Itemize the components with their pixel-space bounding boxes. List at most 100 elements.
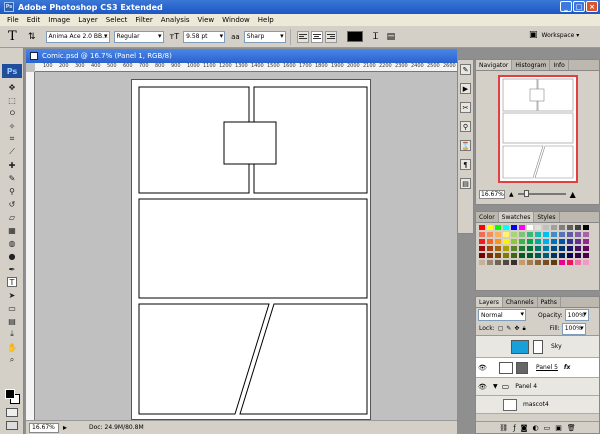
font-family-select[interactable]: Anima Ace 2.0 BB...	[45, 30, 110, 43]
lock-all-icon[interactable]: 🔒︎	[522, 325, 525, 333]
color-swatch[interactable]	[502, 259, 510, 266]
color-swatch[interactable]	[478, 252, 486, 259]
status-menu-icon[interactable]: ▸	[63, 423, 67, 432]
brush-tool-icon[interactable]: ✎	[7, 173, 17, 183]
link-layers-icon[interactable]: ⛓︎	[499, 424, 508, 432]
horizontal-ruler[interactable]: 100 200 300 400 500 600 700 800 900 1000 1100 1200 1…	[35, 63, 457, 72]
menu-window[interactable]: Window	[218, 16, 254, 24]
blend-mode-select[interactable]: Normal	[478, 309, 526, 321]
canvas-area[interactable]	[35, 72, 457, 420]
color-swatch[interactable]	[558, 245, 566, 252]
eyedropper-tool-icon[interactable]: ⤓	[7, 329, 17, 339]
foreground-color-swatch[interactable]	[5, 389, 15, 399]
color-swatch[interactable]	[566, 231, 574, 238]
type-tool-icon[interactable]: T	[8, 29, 26, 44]
close-button[interactable]: ×	[586, 1, 598, 12]
color-swatch[interactable]	[582, 231, 590, 238]
color-swatch[interactable]	[558, 259, 566, 266]
color-swatch[interactable]	[510, 252, 518, 259]
color-swatch[interactable]	[574, 252, 582, 259]
workspace-menu[interactable]: ▣ Workspace ▾	[529, 30, 579, 40]
color-swatch[interactable]	[486, 252, 494, 259]
warp-text-icon[interactable]: Ꮖ	[373, 32, 379, 42]
text-color-swatch[interactable]	[346, 31, 363, 42]
menu-view[interactable]: View	[194, 16, 219, 24]
color-swatch[interactable]	[502, 238, 510, 245]
lock-transparent-icon[interactable]: ▢	[498, 325, 504, 332]
visibility-eye-icon[interactable]	[478, 342, 487, 351]
minimize-button[interactable]: _	[560, 1, 572, 12]
color-swatch[interactable]	[478, 224, 486, 231]
color-swatch[interactable]	[550, 245, 558, 252]
tab-histogram[interactable]: Histogram	[512, 60, 551, 70]
clone-stamp-tool-icon[interactable]: ⚲	[7, 186, 17, 196]
magic-wand-tool-icon[interactable]: ✧	[7, 121, 17, 131]
eraser-tool-icon[interactable]: ▱	[7, 212, 17, 222]
visibility-eye-icon[interactable]	[478, 400, 487, 409]
color-swatch[interactable]	[534, 231, 542, 238]
color-swatch[interactable]	[494, 259, 502, 266]
healing-brush-tool-icon[interactable]: ✚	[7, 160, 17, 170]
lasso-tool-icon[interactable]: ഠ	[7, 108, 17, 118]
color-swatch[interactable]	[486, 259, 494, 266]
character-panel-icon[interactable]: ▤	[387, 32, 396, 42]
color-swatch[interactable]	[526, 259, 534, 266]
color-swatch[interactable]	[582, 224, 590, 231]
brushes-panel-icon[interactable]: ✎	[460, 64, 471, 75]
menu-analysis[interactable]: Analysis	[157, 16, 194, 24]
opacity-field[interactable]: 100%	[564, 309, 589, 321]
color-swatch[interactable]	[558, 252, 566, 259]
color-swatch[interactable]	[542, 238, 550, 245]
move-tool-icon[interactable]: ✥	[7, 82, 17, 92]
color-swatch[interactable]	[534, 238, 542, 245]
menu-help[interactable]: Help	[254, 16, 278, 24]
layer-row-mascot4[interactable]: mascot4	[476, 396, 599, 414]
group-expand-icon[interactable]: ▼	[493, 383, 498, 390]
color-swatch[interactable]	[566, 252, 574, 259]
tab-channels[interactable]: Channels	[503, 297, 538, 307]
menu-layer[interactable]: Layer	[74, 16, 102, 24]
font-style-select[interactable]: Regular	[113, 30, 164, 43]
align-left-button[interactable]	[296, 30, 309, 43]
color-swatch[interactable]	[478, 238, 486, 245]
color-swatch[interactable]	[566, 259, 574, 266]
color-swatch[interactable]	[542, 252, 550, 259]
color-swatch[interactable]	[494, 238, 502, 245]
color-swatch[interactable]	[534, 252, 542, 259]
new-layer-icon[interactable]: ▣	[555, 424, 562, 432]
lock-position-icon[interactable]: ✥	[514, 325, 519, 332]
tab-swatches[interactable]: Swatches	[498, 212, 535, 222]
gradient-tool-icon[interactable]: ▦	[7, 225, 17, 235]
clone-source-icon[interactable]: ⚲	[460, 121, 471, 132]
color-swatch[interactable]	[486, 245, 494, 252]
menu-file[interactable]: File	[3, 16, 23, 24]
lock-paint-icon[interactable]: ✎	[506, 325, 511, 332]
color-swatch[interactable]	[526, 252, 534, 259]
color-swatch[interactable]	[582, 259, 590, 266]
history-brush-tool-icon[interactable]: ↺	[7, 199, 17, 209]
adjustment-layer-icon[interactable]: ◐	[532, 424, 538, 432]
layer-effects-icon[interactable]: fx	[564, 364, 570, 371]
delete-layer-icon[interactable]: 🗑︎	[567, 424, 576, 432]
fill-field[interactable]: 100%	[561, 322, 586, 335]
visibility-eye-icon[interactable]: 👁︎	[478, 363, 487, 372]
layer-row-panel-4[interactable]: 👁︎ ▼ ▭ Panel 4	[476, 378, 599, 396]
color-swatch[interactable]	[494, 252, 502, 259]
path-selection-tool-icon[interactable]: ➤	[7, 290, 17, 300]
tab-styles[interactable]: Styles	[534, 212, 560, 222]
color-swatch[interactable]	[494, 231, 502, 238]
tab-navigator[interactable]: Navigator	[476, 60, 513, 70]
color-swatch[interactable]	[502, 252, 510, 259]
color-swatch[interactable]	[550, 252, 558, 259]
paragraph-panel-icon[interactable]: ¶	[460, 159, 471, 170]
add-style-icon[interactable]: ƒ	[513, 424, 515, 432]
color-swatch[interactable]	[478, 245, 486, 252]
orientation-toggle-icon[interactable]: ⇅	[28, 32, 36, 42]
menu-filter[interactable]: Filter	[131, 16, 156, 24]
notes-tool-icon[interactable]: ▤	[7, 316, 17, 326]
color-swatch[interactable]	[510, 224, 518, 231]
color-swatch[interactable]	[502, 231, 510, 238]
history-panel-icon[interactable]: ⌛	[460, 140, 471, 151]
dodge-tool-icon[interactable]: ●	[7, 251, 17, 261]
slice-tool-icon[interactable]: ⟋	[7, 147, 17, 157]
